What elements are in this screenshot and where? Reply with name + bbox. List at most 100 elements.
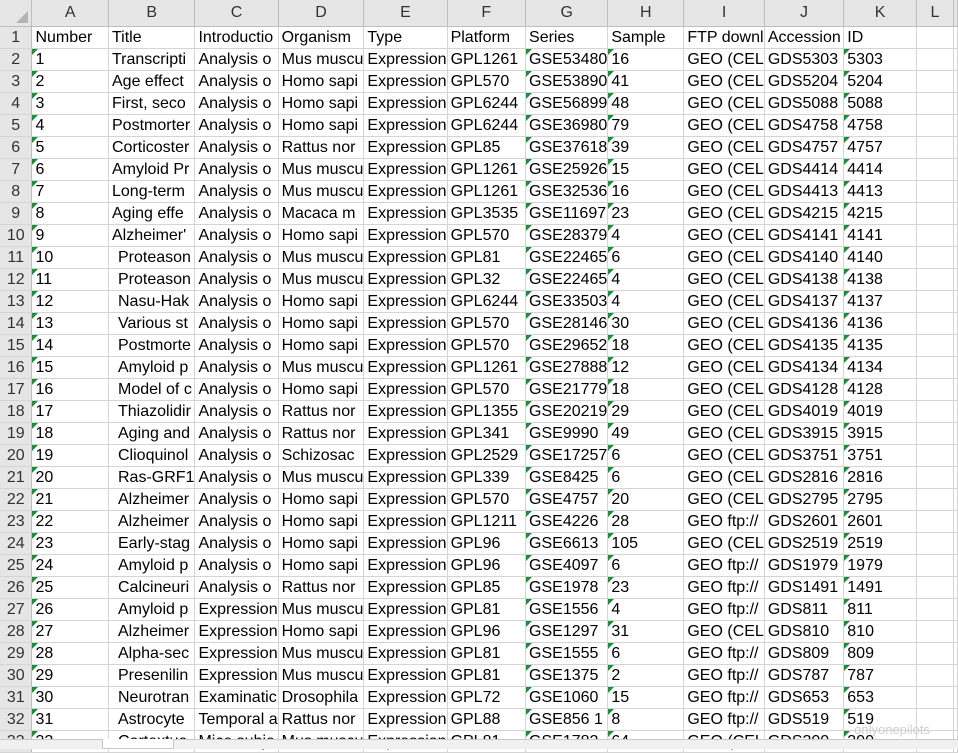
cell-b32[interactable]: Astrocyte	[108, 708, 196, 731]
cell-g12[interactable]: GSE22465	[525, 268, 609, 291]
cell-i12[interactable]: GEO (CEL	[683, 268, 765, 291]
cell-g3[interactable]: GSE53890	[525, 70, 609, 93]
cell-h9[interactable]: 23	[607, 202, 685, 225]
select-all-corner[interactable]	[0, 0, 33, 27]
cell-k2[interactable]: 5303	[843, 48, 917, 71]
column-header-c[interactable]: C	[194, 0, 279, 27]
cell-e26[interactable]: Expression	[363, 576, 448, 599]
cell-c15[interactable]: Analysis o	[194, 334, 279, 357]
cell-f9[interactable]: GPL3535	[447, 202, 527, 225]
cell-i23[interactable]: GEO ftp://	[683, 510, 765, 533]
cell-g23[interactable]: GSE4226	[525, 510, 609, 533]
cell-l31[interactable]	[916, 686, 955, 709]
cell-i31[interactable]: GEO ftp://	[683, 686, 765, 709]
cell-b9[interactable]: Aging effe	[108, 202, 196, 225]
cell-k31[interactable]: 653	[843, 686, 917, 709]
cell-l5[interactable]	[916, 114, 955, 137]
cell-f10[interactable]: GPL570	[447, 224, 527, 247]
cell-e31[interactable]: Expression	[363, 686, 448, 709]
cell-l9[interactable]	[916, 202, 955, 225]
cell-a28[interactable]: 27	[31, 620, 109, 643]
row-header[interactable]: 22	[0, 488, 33, 511]
cell-c1[interactable]: Introductio	[194, 26, 279, 49]
row-header[interactable]: 2	[0, 48, 33, 71]
cell-d17[interactable]: Homo sapi	[278, 378, 365, 401]
row-header[interactable]: 9	[0, 202, 33, 225]
row-header[interactable]: 20	[0, 444, 33, 467]
cell-b25[interactable]: Amyloid p	[108, 554, 196, 577]
cell-b6[interactable]: Corticoster	[108, 136, 196, 159]
row-header[interactable]: 18	[0, 400, 33, 423]
cell-k10[interactable]: 4141	[843, 224, 917, 247]
cell-k30[interactable]: 787	[843, 664, 917, 687]
cell-h6[interactable]: 39	[607, 136, 685, 159]
cell-e11[interactable]: Expression	[363, 246, 448, 269]
cell-l6[interactable]	[916, 136, 955, 159]
cell-f5[interactable]: GPL6244	[447, 114, 527, 137]
cell-h11[interactable]: 6	[607, 246, 685, 269]
cell-c18[interactable]: Analysis o	[194, 400, 279, 423]
cell-a17[interactable]: 16	[31, 378, 109, 401]
cell-a18[interactable]: 17	[31, 400, 109, 423]
cell-l28[interactable]	[916, 620, 955, 643]
cell-e17[interactable]: Expression	[363, 378, 448, 401]
cell-g13[interactable]: GSE33503	[525, 290, 609, 313]
cell-i16[interactable]: GEO (CEL	[683, 356, 765, 379]
cell-f8[interactable]: GPL1261	[447, 180, 527, 203]
cell-h18[interactable]: 29	[607, 400, 685, 423]
cell-h10[interactable]: 4	[607, 224, 685, 247]
cell-d27[interactable]: Mus muscu	[278, 598, 365, 621]
cell-i13[interactable]: GEO (CEL	[683, 290, 765, 313]
column-header-d[interactable]: D	[278, 0, 365, 27]
cell-a20[interactable]: 19	[31, 444, 109, 467]
cell-d7[interactable]: Mus muscu	[278, 158, 365, 181]
column-header-f[interactable]: F	[447, 0, 527, 27]
cell-i27[interactable]: GEO ftp://	[683, 598, 765, 621]
cell-f21[interactable]: GPL339	[447, 466, 527, 489]
column-header-k[interactable]: K	[843, 0, 917, 27]
cell-c23[interactable]: Analysis o	[194, 510, 279, 533]
cell-j1[interactable]: Accession	[764, 26, 845, 49]
cell-j8[interactable]: GDS4413	[764, 180, 845, 203]
cell-a1[interactable]: Number	[31, 26, 109, 49]
row-header[interactable]: 10	[0, 224, 33, 247]
cell-l12[interactable]	[916, 268, 955, 291]
cell-d12[interactable]: Mus muscu	[278, 268, 365, 291]
cell-a2[interactable]: 1	[31, 48, 109, 71]
row-header[interactable]: 1	[0, 26, 33, 49]
cell-g26[interactable]: GSE1978	[525, 576, 609, 599]
cell-g20[interactable]: GSE17257	[525, 444, 609, 467]
cell-a10[interactable]: 9	[31, 224, 109, 247]
cell-e1[interactable]: Type	[363, 26, 448, 49]
cell-i30[interactable]: GEO ftp://	[683, 664, 765, 687]
column-header-b[interactable]: B	[108, 0, 196, 27]
cell-h28[interactable]: 31	[607, 620, 685, 643]
cell-e16[interactable]: Expression	[363, 356, 448, 379]
cell-f32[interactable]: GPL88	[447, 708, 527, 731]
cell-d4[interactable]: Homo sapi	[278, 92, 365, 115]
row-header[interactable]: 14	[0, 312, 33, 335]
row-header[interactable]: 3	[0, 70, 33, 93]
cell-k24[interactable]: 2519	[843, 532, 917, 555]
cell-k12[interactable]: 4138	[843, 268, 917, 291]
cell-d5[interactable]: Homo sapi	[278, 114, 365, 137]
cell-f12[interactable]: GPL32	[447, 268, 527, 291]
cell-d10[interactable]: Homo sapi	[278, 224, 365, 247]
cell-l20[interactable]	[916, 444, 955, 467]
cell-g17[interactable]: GSE21779	[525, 378, 609, 401]
cell-c16[interactable]: Analysis o	[194, 356, 279, 379]
cell-f22[interactable]: GPL570	[447, 488, 527, 511]
cell-d29[interactable]: Mus muscu	[278, 642, 365, 665]
cell-d14[interactable]: Homo sapi	[278, 312, 365, 335]
cell-k16[interactable]: 4134	[843, 356, 917, 379]
cell-f17[interactable]: GPL570	[447, 378, 527, 401]
cell-a8[interactable]: 7	[31, 180, 109, 203]
cell-b4[interactable]: First, seco	[108, 92, 196, 115]
cell-a9[interactable]: 8	[31, 202, 109, 225]
cell-h24[interactable]: 105	[607, 532, 685, 555]
cell-f23[interactable]: GPL1211	[447, 510, 527, 533]
cell-f31[interactable]: GPL72	[447, 686, 527, 709]
cell-g5[interactable]: GSE36980	[525, 114, 609, 137]
cell-g24[interactable]: GSE6613	[525, 532, 609, 555]
cell-j32[interactable]: GDS519	[764, 708, 845, 731]
